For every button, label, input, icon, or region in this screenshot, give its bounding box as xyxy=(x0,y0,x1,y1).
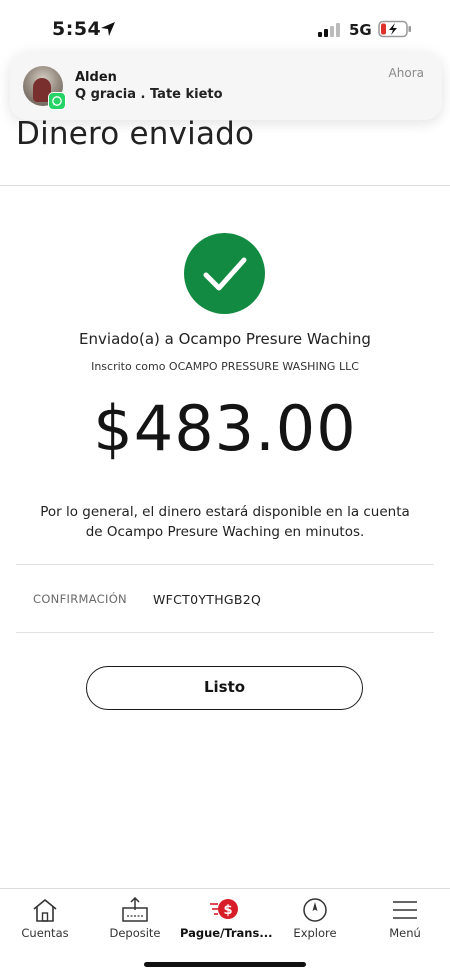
tab-pay-transfer[interactable]: $ Pague/Trans... xyxy=(180,889,273,949)
notification-sender: Alden xyxy=(75,70,117,85)
svg-text:$: $ xyxy=(223,903,232,918)
status-time: 5:54 xyxy=(52,18,102,40)
confirmation-divider-top xyxy=(16,564,434,565)
enrolled-as-text: Inscrito como OCAMPO PRESSURE WASHING LL… xyxy=(91,360,359,373)
network-type: 5G xyxy=(349,21,372,39)
tab-label: Explore xyxy=(293,926,337,940)
success-check-icon xyxy=(184,233,265,314)
tab-label: Pague/Trans... xyxy=(180,926,273,940)
home-icon xyxy=(33,899,57,922)
availability-message: Por lo general, el dinero estará disponi… xyxy=(40,504,410,540)
recipient-text: Enviado(a) a Ocampo Presure Waching xyxy=(79,330,371,348)
battery-charging-icon xyxy=(378,20,411,38)
location-arrow-icon xyxy=(101,22,115,36)
tab-label: Menú xyxy=(389,926,421,940)
status-bar: 5:54 5G xyxy=(0,0,450,50)
deposit-icon xyxy=(122,897,148,922)
header-divider xyxy=(0,185,450,186)
notification-time: Ahora xyxy=(388,66,424,80)
whatsapp-icon xyxy=(48,92,66,110)
notification-banner[interactable]: Alden Q gracia . Tate kieto Ahora xyxy=(10,52,442,120)
tab-explore[interactable]: Explore xyxy=(270,889,360,949)
tab-label: Cuentas xyxy=(21,926,69,940)
menu-icon xyxy=(393,901,417,919)
tab-deposit[interactable]: Deposite xyxy=(90,889,180,949)
confirmation-divider-bottom xyxy=(16,632,434,633)
tab-accounts[interactable]: Cuentas xyxy=(0,889,90,949)
compass-icon xyxy=(303,898,327,922)
tab-menu[interactable]: Menú xyxy=(360,889,450,949)
done-button[interactable]: Listo xyxy=(86,666,363,710)
page-title: Dinero enviado xyxy=(16,116,255,152)
transfer-amount: $483.00 xyxy=(93,392,357,465)
confirmation-number: WFCT0YTHGB2Q xyxy=(153,592,262,607)
confirmation-label: CONFIRMACIÓN xyxy=(33,592,127,606)
tab-label: Deposite xyxy=(109,926,161,940)
cellular-signal-icon xyxy=(318,23,340,37)
pay-transfer-icon: $ xyxy=(210,899,238,919)
notification-message: Q gracia . Tate kieto xyxy=(75,87,223,102)
home-indicator[interactable] xyxy=(144,962,306,967)
